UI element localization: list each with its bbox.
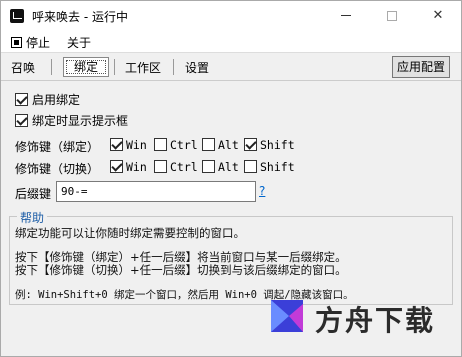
- tab-summon[interactable]: 召唤: [11, 59, 35, 76]
- watermark-text: 方舟下载: [315, 304, 436, 337]
- switch-win-option[interactable]: Win: [110, 160, 147, 174]
- enable-bind-checkbox[interactable]: [15, 93, 28, 106]
- menu-bar: 停止 关于: [1, 31, 461, 53]
- stop-icon: [11, 37, 22, 48]
- show-tooltip-label: 绑定时显示提示框: [32, 114, 129, 128]
- title-bar[interactable]: 呼来唤去 - 运行中 ✕: [1, 1, 461, 31]
- tab-divider: [51, 59, 52, 75]
- tab-bar: 召唤 绑定 工作区 设置 应用配置: [1, 56, 461, 80]
- maximize-icon: [387, 10, 397, 21]
- suffix-help-link[interactable]: ?: [259, 184, 265, 198]
- switch-shift-option[interactable]: Shift: [244, 160, 295, 174]
- enable-bind-label: 启用绑定: [32, 93, 81, 107]
- app-window: 呼来唤去 - 运行中 ✕ 停止 关于 召唤 绑定 工作区 设置 应用配置 启用绑…: [0, 0, 462, 357]
- help-line: 绑定功能可以让你随时绑定需要控制的窗口。: [15, 226, 245, 240]
- show-tooltip-checkbox[interactable]: [15, 114, 28, 127]
- bind-alt-checkbox[interactable]: [202, 138, 215, 151]
- show-tooltip-option[interactable]: 绑定时显示提示框: [15, 112, 128, 129]
- suffix-key-input[interactable]: 90-=: [56, 181, 256, 202]
- bind-shift-checkbox[interactable]: [244, 138, 257, 151]
- switch-ctrl-label: Ctrl: [170, 160, 198, 174]
- tab-settings[interactable]: 设置: [185, 59, 209, 76]
- switch-win-checkbox[interactable]: [110, 160, 123, 173]
- app-icon: [10, 9, 24, 23]
- switch-alt-label: Alt: [218, 160, 239, 174]
- minimize-icon: [341, 15, 351, 16]
- tab-bind[interactable]: 绑定: [63, 57, 109, 77]
- bind-win-checkbox[interactable]: [110, 138, 123, 151]
- bind-shift-label: Shift: [260, 138, 295, 152]
- switch-shift-checkbox[interactable]: [244, 160, 257, 173]
- enable-bind-option[interactable]: 启用绑定: [15, 91, 80, 108]
- bind-shift-option[interactable]: Shift: [244, 138, 295, 152]
- bind-alt-option[interactable]: Alt: [202, 138, 239, 152]
- watermark-logo-icon: [271, 300, 303, 332]
- switch-alt-checkbox[interactable]: [202, 160, 215, 173]
- bind-win-label: Win: [126, 138, 147, 152]
- switch-alt-option[interactable]: Alt: [202, 160, 239, 174]
- switch-shift-label: Shift: [260, 160, 295, 174]
- bind-ctrl-checkbox[interactable]: [154, 138, 167, 151]
- switch-ctrl-checkbox[interactable]: [154, 160, 167, 173]
- tab-underline: [1, 80, 461, 81]
- menu-about[interactable]: 关于: [67, 34, 91, 51]
- maximize-button[interactable]: [369, 1, 415, 31]
- close-icon: ✕: [432, 8, 444, 23]
- switch-ctrl-option[interactable]: Ctrl: [154, 160, 198, 174]
- bind-ctrl-option[interactable]: Ctrl: [154, 138, 198, 152]
- help-line: 按下【修饰键（切换）+任一后缀】切换到与该后缀绑定的窗口。: [15, 263, 347, 277]
- bind-win-option[interactable]: Win: [110, 138, 147, 152]
- bind-modifier-label: 修饰键（绑定）: [15, 140, 100, 154]
- tab-divider: [114, 59, 115, 75]
- tab-divider: [173, 59, 174, 75]
- tab-workarea[interactable]: 工作区: [125, 59, 161, 76]
- switch-modifier-label: 修饰键（切换）: [15, 162, 100, 176]
- apply-config-button[interactable]: 应用配置: [392, 56, 450, 78]
- close-button[interactable]: ✕: [415, 1, 461, 31]
- menu-stop-label: 停止: [26, 36, 51, 50]
- bind-ctrl-label: Ctrl: [170, 138, 198, 152]
- switch-win-label: Win: [126, 160, 147, 174]
- suffix-key-label: 后缀键: [15, 187, 52, 201]
- minimize-button[interactable]: [323, 1, 369, 31]
- menu-stop[interactable]: 停止: [11, 34, 50, 51]
- help-group-title: 帮助: [17, 209, 48, 226]
- window-title: 呼来唤去 - 运行中: [32, 10, 128, 24]
- bind-alt-label: Alt: [218, 138, 239, 152]
